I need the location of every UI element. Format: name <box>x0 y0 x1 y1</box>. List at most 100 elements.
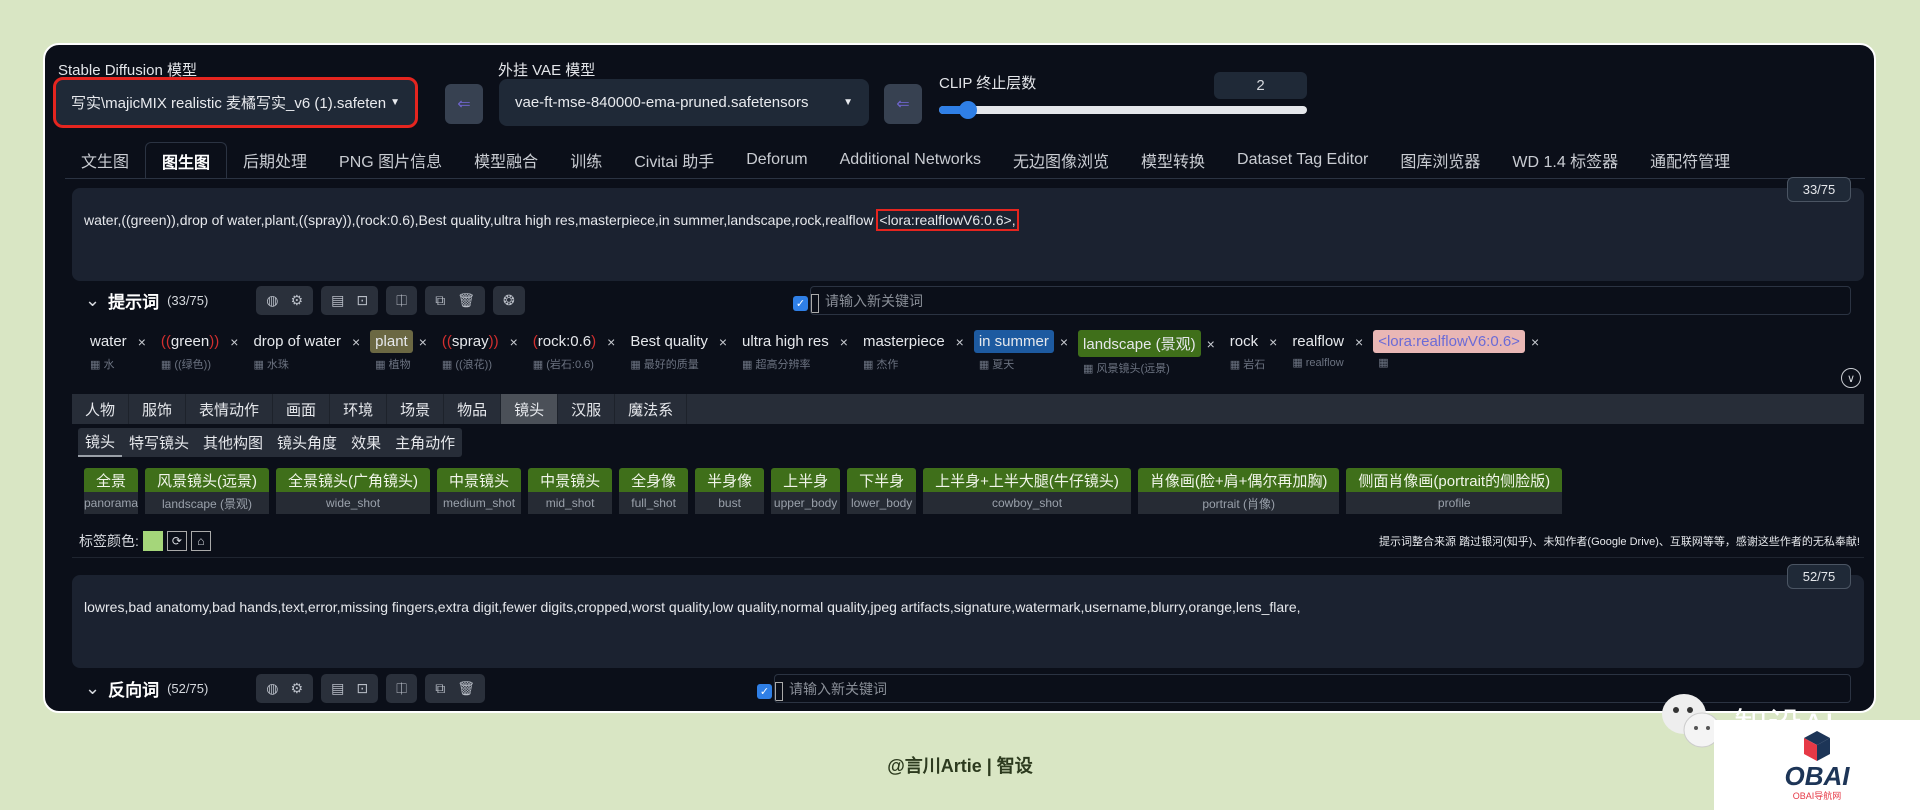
prompt-tag[interactable]: water × ▦ 水 <box>85 330 152 376</box>
prompt-tag[interactable]: in summer × ▦ 夏天 <box>973 330 1074 376</box>
category-tab[interactable]: 魔法系 <box>615 394 688 424</box>
remove-tag-icon[interactable]: × <box>504 334 524 350</box>
bookmark-icon[interactable]: ⊡ <box>356 680 368 697</box>
prompt-tag[interactable]: plant × ▦ 植物 <box>370 330 433 376</box>
shot-tag-button[interactable]: 肖像画(脸+肩+偶尔再加胸) portrait (肖像) <box>1137 468 1340 514</box>
shot-tag-button[interactable]: 中景镜头 medium_shot <box>437 468 522 514</box>
prompt-tag[interactable]: ((green)) × ▦ ((绿色)) <box>156 330 245 376</box>
shot-tag-button[interactable]: 下半身 lower_body <box>847 468 917 514</box>
category-tab[interactable]: 环境 <box>330 394 388 424</box>
category-tab[interactable]: 表情动作 <box>186 394 274 424</box>
copy-icon[interactable]: ⧉ <box>435 680 445 697</box>
tab-item[interactable]: 文生图 <box>65 142 145 178</box>
openai-icon[interactable]: ❂ <box>503 292 515 309</box>
trash-icon[interactable]: 🗑 <box>457 292 475 309</box>
color-swatch[interactable] <box>142 531 163 551</box>
collapse-circle-icon[interactable]: ⌄ <box>85 290 100 311</box>
prompt-tag[interactable]: masterpiece × ▦ 杰作 <box>858 330 970 376</box>
remove-tag-icon[interactable]: × <box>1349 334 1369 350</box>
new-keyword-input[interactable]: 请输入新关键词 <box>810 286 1851 315</box>
remove-tag-icon[interactable]: × <box>1263 334 1283 350</box>
tab-item[interactable]: 模型转换 <box>1125 142 1221 178</box>
tab-item[interactable]: PNG 图片信息 <box>323 142 458 178</box>
tab-item[interactable]: Deforum <box>730 142 823 178</box>
bookmark-icon[interactable]: ⊡ <box>356 292 368 309</box>
gear-icon[interactable]: ⚙ <box>291 680 304 697</box>
prompt-tag[interactable]: ((spray)) × ▦ ((浪花)) <box>437 330 524 376</box>
subcategory-tab[interactable]: 效果 <box>344 428 388 457</box>
collapse-circle-icon[interactable]: ∨ <box>1841 368 1861 388</box>
subcategory-tab[interactable]: 镜头角度 <box>270 428 344 457</box>
shot-tag-button[interactable]: 上半身 upper_body <box>771 468 841 514</box>
checkbox[interactable]: ✓ <box>757 684 772 699</box>
remove-tag-icon[interactable]: × <box>224 334 244 350</box>
category-tab[interactable]: 镜头 <box>501 394 559 424</box>
remove-tag-icon[interactable]: × <box>132 334 152 350</box>
tab-item[interactable]: 无边图像浏览 <box>997 142 1125 178</box>
tab-item[interactable]: WD 1.4 标签器 <box>1496 142 1634 178</box>
remove-tag-icon[interactable]: × <box>1525 334 1545 350</box>
history-icon[interactable]: ▤ <box>331 292 344 309</box>
remove-tag-icon[interactable]: × <box>1054 334 1074 350</box>
refresh-vae-button[interactable]: ⇐ <box>884 84 922 124</box>
tab-item[interactable]: 通配符管理 <box>1634 142 1746 178</box>
prompt-tag[interactable]: realflow × ▦ realflow <box>1287 330 1369 376</box>
tag-text[interactable]: water <box>85 330 132 353</box>
tag-text[interactable]: Best quality <box>625 330 713 353</box>
prompt-tag[interactable]: rock × ▦ 岩石 <box>1225 330 1284 376</box>
remove-tag-icon[interactable]: × <box>950 334 970 350</box>
category-tab[interactable]: 画面 <box>273 394 331 424</box>
subcategory-tab[interactable]: 特写镜头 <box>122 428 196 457</box>
remove-tag-icon[interactable]: × <box>601 334 621 350</box>
tag-text[interactable]: drop of water <box>248 330 346 353</box>
prompt-tag[interactable]: ultra high res × ▦ 超高分辨率 <box>737 330 854 376</box>
brush-icon[interactable]: ⌂ <box>190 531 211 551</box>
clip-slider[interactable] <box>939 101 1307 119</box>
shot-tag-button[interactable]: 全身像 full_shot <box>619 468 689 514</box>
tag-text[interactable]: landscape (景观) <box>1078 330 1201 357</box>
tab-item[interactable]: Civitai 助手 <box>618 142 730 178</box>
globe-icon[interactable]: ◍ <box>266 680 278 697</box>
tab-item[interactable]: 图库浏览器 <box>1384 142 1496 178</box>
gear-icon[interactable]: ⚙ <box>291 292 304 309</box>
checkbox[interactable]: ✓ <box>793 296 808 311</box>
category-tab[interactable]: 汉服 <box>558 394 616 424</box>
subcategory-tab[interactable]: 主角动作 <box>388 428 462 457</box>
prompt-tag[interactable]: <lora:realflowV6:0.6> × ▦ <box>1373 330 1545 376</box>
vae-dropdown[interactable]: vae-ft-mse-840000-ema-pruned.safetensors… <box>499 79 869 126</box>
tag-text[interactable]: realflow <box>1287 330 1349 353</box>
history-icon[interactable]: ▤ <box>331 680 344 697</box>
category-tab[interactable]: 场景 <box>387 394 445 424</box>
remove-tag-icon[interactable]: × <box>413 334 433 350</box>
prompt-tag[interactable]: Best quality × ▦ 最好的质量 <box>625 330 733 376</box>
shot-tag-button[interactable]: 上半身+上半大腿(牛仔镜头) cowboy_shot <box>923 468 1131 514</box>
shot-tag-button[interactable]: 侧面肖像画(portrait的侧脸版) profile <box>1346 468 1563 514</box>
prompt-textarea[interactable]: water,((green)),drop of water,plant,((sp… <box>72 188 1864 281</box>
tab-item[interactable]: Additional Networks <box>824 142 997 178</box>
clip-slider-handle[interactable] <box>959 101 978 119</box>
shot-tag-button[interactable]: 风景镜头(远景) landscape (景观) <box>145 468 270 514</box>
ab-compare-icon[interactable]: ⎅ <box>396 292 407 309</box>
negative-prompt-textarea[interactable]: lowres,bad anatomy,bad hands,text,error,… <box>72 575 1864 668</box>
tag-text[interactable]: (rock:0.6) <box>528 330 601 353</box>
prompt-tag[interactable]: drop of water × ▦ 水珠 <box>248 330 366 376</box>
refresh-sd-model-button[interactable]: ⇐ <box>445 84 483 124</box>
copy-icon[interactable]: ⧉ <box>435 292 445 309</box>
reset-icon[interactable]: ⟳ <box>166 531 187 551</box>
tab-item[interactable]: 训练 <box>554 142 618 178</box>
category-tab[interactable]: 物品 <box>444 394 502 424</box>
shot-tag-button[interactable]: 全景镜头(广角镜头) wide_shot <box>276 468 431 514</box>
tab-item[interactable]: Dataset Tag Editor <box>1221 142 1384 178</box>
remove-tag-icon[interactable]: × <box>834 334 854 350</box>
tag-text[interactable]: in summer <box>973 330 1054 353</box>
tag-text[interactable]: ((green)) <box>156 330 224 353</box>
tag-text[interactable]: rock <box>1225 330 1263 353</box>
tag-text[interactable]: ultra high res <box>737 330 834 353</box>
tag-text[interactable]: plant <box>370 330 413 353</box>
tag-text[interactable]: <lora:realflowV6:0.6> <box>1373 330 1525 353</box>
category-tab[interactable]: 人物 <box>72 394 130 424</box>
tab-item[interactable]: 图生图 <box>145 142 228 178</box>
tag-text[interactable]: ((spray)) <box>437 330 504 353</box>
category-tab[interactable]: 服饰 <box>129 394 187 424</box>
subcategory-tab[interactable]: 其他构图 <box>196 428 270 457</box>
